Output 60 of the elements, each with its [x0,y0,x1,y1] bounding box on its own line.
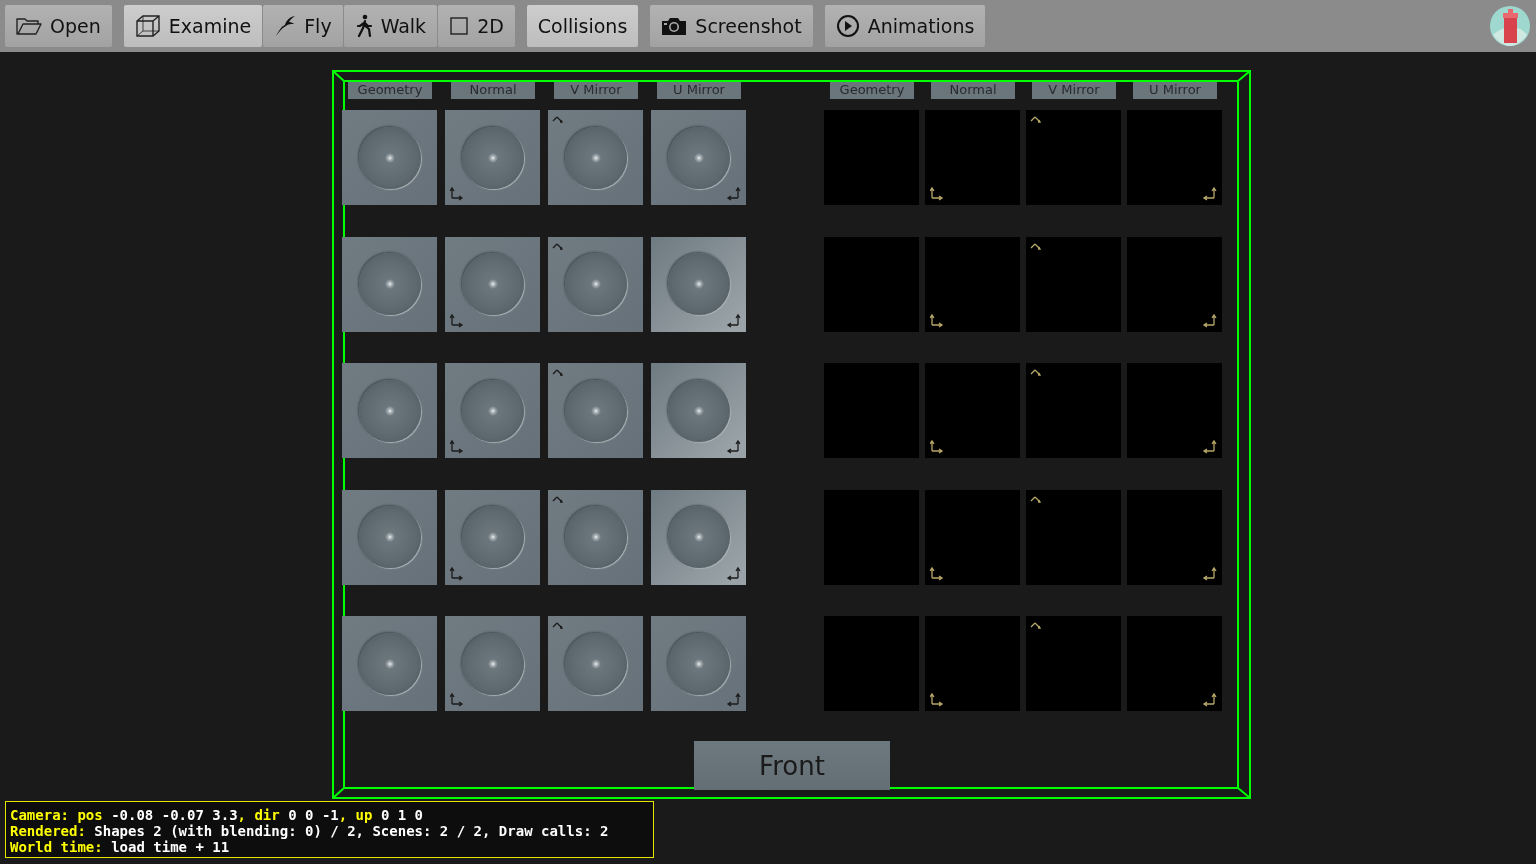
sphere-bump-drawing [358,253,421,315]
sphere-bump-drawing [667,506,730,568]
axis-arrows-icon [930,186,945,201]
sphere-bump-drawing [667,253,730,315]
axis-arrows-icon [930,692,945,707]
app-logo-icon [1489,5,1531,47]
axis-arrows-icon [726,565,741,581]
sphere-bump-drawing [461,506,524,568]
axis-arrows-icon [930,439,945,454]
play-circle-icon [835,14,860,38]
axis-arrows-icon [450,692,465,707]
axis-arrows-icon [1202,312,1217,328]
debug-info-line: World time: load time + 11 [10,839,230,855]
axis-arrows-icon [726,312,741,328]
axis-arrows-icon [1202,439,1217,454]
navigation-mode-button[interactable]: Examine [123,5,263,47]
collisions-toggle[interactable]: Collisions [526,5,639,47]
axis-arrows-icon [726,439,741,454]
cube-icon [134,14,161,38]
axis-arrows-icon [726,186,741,201]
axis-arrows-icon [930,312,945,328]
navigation-mode-button[interactable]: 2D [438,5,515,47]
sphere-bump-drawing [564,506,627,568]
screenshot-button[interactable]: Screenshot [650,5,813,47]
sphere-bump-drawing [564,632,627,695]
sphere-bump-drawing [564,379,627,442]
axis-arrows-icon [930,565,945,581]
debug-info-line: Camera: pos -0.08 -0.07 3.3, dir 0 0 -1, up 0 1 0 [10,807,424,823]
axis-arrows-icon [1202,186,1217,201]
axis-arrows-icon [1202,692,1217,707]
animations-button[interactable]: Animations [824,5,986,47]
axis-arrows-icon [450,439,465,454]
navigation-mode-button[interactable]: Walk [343,5,438,47]
camera-icon [661,16,688,36]
sphere-bump-drawing [461,126,524,189]
front-button[interactable]: Front [694,741,890,790]
bird-icon [274,15,297,37]
axis-arrows-icon [450,565,465,581]
sphere-bump-drawing [358,126,421,189]
axis-arrows-icon [726,692,741,707]
sphere-bump-drawing [461,379,524,442]
sphere-bump-drawing [358,506,421,568]
sphere-bump-drawing [564,126,627,189]
axis-arrows-icon [1202,565,1217,581]
open-button[interactable]: Open [5,5,112,47]
sphere-bump-drawing [667,126,730,189]
debug-info-line: Rendered: Shapes 2 (with blending: 0) / 2, Scenes: 2 / 2, Draw calls: 2 [10,823,609,839]
folder-icon [16,16,42,36]
sphere-bump-drawing [667,379,730,442]
navigation-mode-button[interactable]: Fly [263,5,343,47]
sphere-bump-drawing [564,253,627,315]
axis-arrows-icon [450,186,465,201]
sphere-bump-drawing [461,632,524,695]
sphere-bump-drawing [667,632,730,695]
walking-person-icon [354,14,373,38]
axis-arrows-icon [450,312,465,328]
sphere-bump-drawing [358,632,421,695]
sphere-bump-drawing [358,379,421,442]
sphere-bump-drawing [461,253,524,315]
square-icon [449,16,470,36]
